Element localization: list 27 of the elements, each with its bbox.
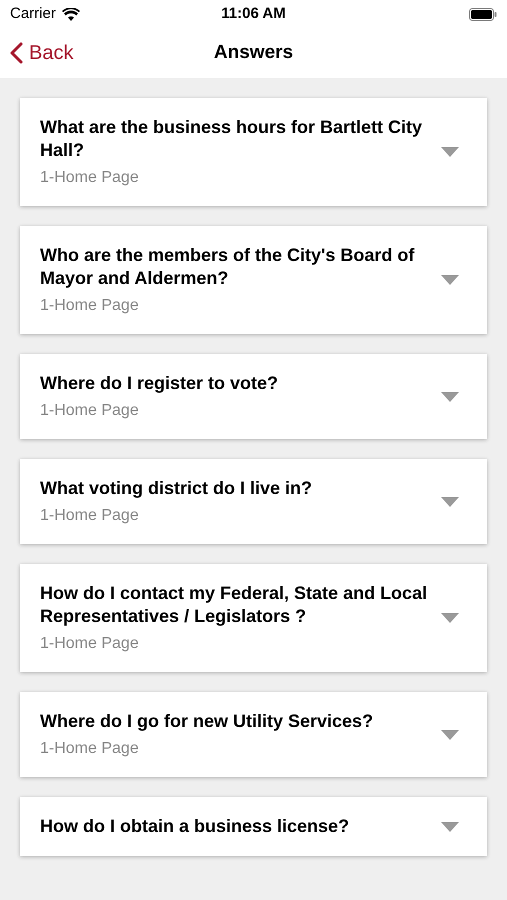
question-text: Who are the members of the City's Board of Mayor and Aldermen?	[40, 244, 416, 290]
question-text: Where do I go for new Utility Services?	[40, 710, 374, 733]
source-label: 1-Home Page	[40, 739, 140, 759]
source-label: 1-Home Page	[40, 634, 140, 654]
chevron-left-icon	[10, 42, 23, 64]
question-text: How do I contact my Federal, State and Local Representatives / Legislators ?	[40, 582, 428, 628]
question-card[interactable]: What are the business hours for Bartlett City Hall? 1-Home Page	[20, 98, 487, 206]
question-text: How do I obtain a business license?	[40, 815, 350, 838]
source-label: 1-Home Page	[40, 401, 140, 421]
source-label: 1-Home Page	[40, 506, 140, 526]
source-label: 1-Home Page	[40, 168, 140, 188]
wifi-icon	[62, 8, 80, 20]
battery-icon	[468, 8, 497, 20]
question-card[interactable]: Where do I go for new Utility Services? 1-Home Page	[20, 692, 487, 777]
clock-time: 11:06 AM	[221, 4, 286, 24]
question-text: Where do I register to vote?	[40, 372, 280, 395]
question-card[interactable]: How do I contact my Federal, State and Local Representatives / Legislators ? 1-Home Page	[20, 564, 487, 672]
page-title: Answers	[214, 40, 294, 65]
source-label: 1-Home Page	[40, 296, 140, 316]
back-button[interactable]: Back	[10, 38, 74, 68]
question-card[interactable]: How do I obtain a business license?	[20, 797, 487, 856]
carrier-label: Carrier	[10, 4, 56, 24]
question-card[interactable]: What voting district do I live in? 1-Home Page	[20, 459, 487, 544]
question-text: What voting district do I live in?	[40, 477, 314, 500]
question-text: What are the business hours for Bartlett City Hall?	[40, 116, 424, 162]
question-card[interactable]: Where do I register to vote? 1-Home Page	[20, 354, 487, 439]
question-card[interactable]: Who are the members of the City's Board of Mayor and Aldermen? 1-Home Page	[20, 226, 487, 334]
